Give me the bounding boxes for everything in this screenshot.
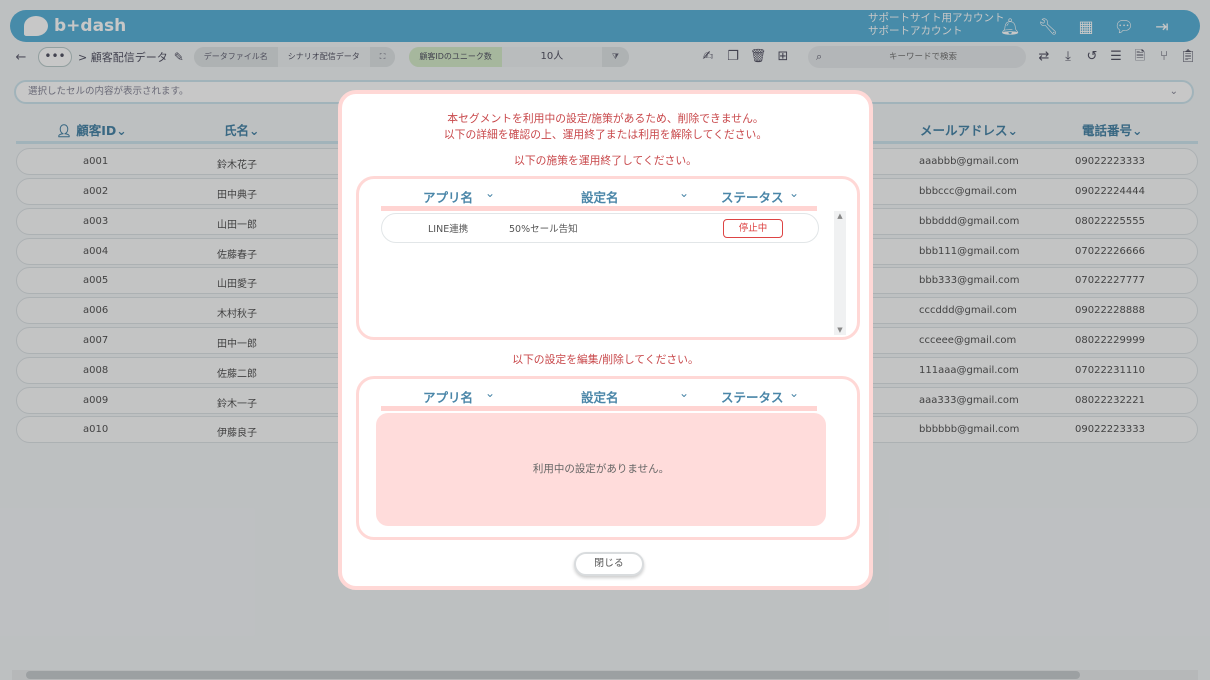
col-app-name[interactable]: アプリ名	[423, 387, 473, 406]
campaigns-heading: 以下の施策を運用終了してください。	[514, 154, 697, 167]
scroll-down-icon[interactable]: ▼	[834, 326, 846, 334]
col-setting-name[interactable]: 設定名	[581, 387, 619, 406]
campaign-setting: 50%セール告知	[509, 224, 578, 235]
settings-table-header: アプリ名 ⌄ 設定名 ⌄ ステータス ⌄	[381, 385, 817, 411]
col-status[interactable]: ステータス	[721, 387, 784, 406]
scroll-up-icon[interactable]: ▲	[834, 212, 846, 220]
chevron-down-icon[interactable]: ⌄	[789, 186, 799, 200]
vertical-scrollbar[interactable]: ▲ ▼	[834, 211, 846, 335]
campaigns-table-header: アプリ名 ⌄ 設定名 ⌄ ステータス ⌄	[381, 185, 817, 211]
close-button[interactable]: 閉じる	[574, 552, 644, 576]
status-badge: 停止中	[723, 219, 783, 238]
col-app-name[interactable]: アプリ名	[423, 187, 473, 206]
settings-panel: アプリ名 ⌄ 設定名 ⌄ ステータス ⌄ 利用中の設定がありません。	[356, 376, 860, 540]
error-message-line1: 本セグメントを利用中の設定/施策があるため、削除できません。	[447, 112, 764, 125]
settings-empty-message: 利用中の設定がありません。	[376, 413, 826, 526]
col-setting-name[interactable]: 設定名	[581, 187, 619, 206]
cannot-delete-dialog: 本セグメントを利用中の設定/施策があるため、削除できません。 以下の詳細を確認の…	[338, 90, 873, 590]
campaign-row[interactable]: LINE連携 50%セール告知 停止中	[381, 213, 819, 243]
chevron-down-icon[interactable]: ⌄	[485, 186, 495, 200]
chevron-down-icon[interactable]: ⌄	[679, 386, 689, 400]
campaign-app: LINE連携	[428, 224, 469, 235]
error-message-line2: 以下の詳細を確認の上、運用終了または利用を解除してください。	[443, 128, 768, 141]
chevron-down-icon[interactable]: ⌄	[789, 386, 799, 400]
col-status[interactable]: ステータス	[721, 187, 784, 206]
settings-heading: 以下の設定を編集/削除してください。	[512, 353, 699, 366]
chevron-down-icon[interactable]: ⌄	[485, 386, 495, 400]
campaigns-panel: アプリ名 ⌄ 設定名 ⌄ ステータス ⌄ LINE連携 50%セール告知 停止中…	[356, 176, 860, 340]
chevron-down-icon[interactable]: ⌄	[679, 186, 689, 200]
